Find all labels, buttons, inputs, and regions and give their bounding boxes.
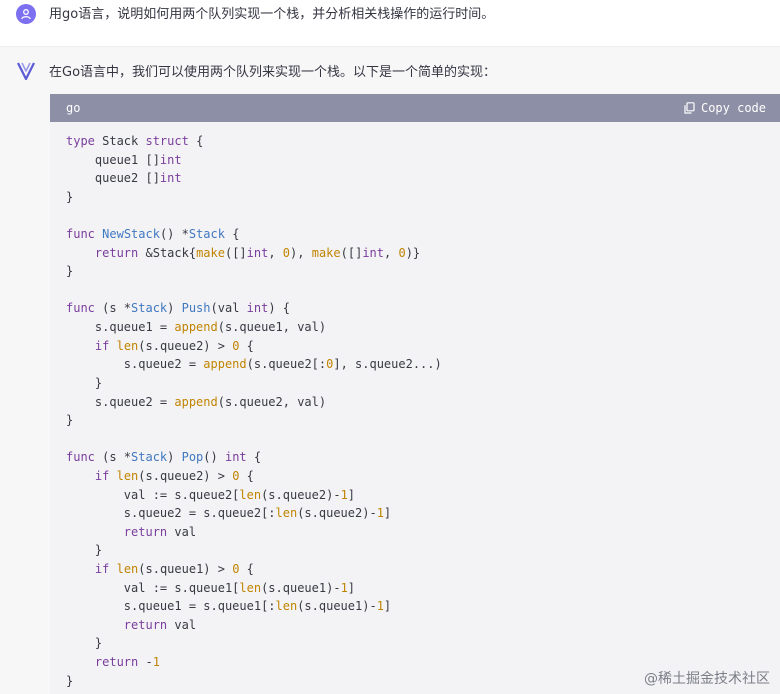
code-line: s.queue1 = s.queue1[:len(s.queue1)-1] xyxy=(66,599,392,614)
watermark: @稀土掘金技术社区 xyxy=(644,671,770,687)
code-line: val := s.queue1[len(s.queue1)-1] xyxy=(66,580,356,595)
code-line: s.queue1 = append(s.queue1, val) xyxy=(66,320,327,335)
code-line: return val xyxy=(123,524,197,539)
code-block: go Copy code type Stack struct { queue1 … xyxy=(50,94,780,694)
code-line: } xyxy=(66,413,74,428)
code-line: if len(s.queue2) > 0 { xyxy=(94,338,254,353)
code-line: queue1 []int xyxy=(66,152,182,167)
code-line: if len(s.queue1) > 0 { xyxy=(94,562,254,577)
code-line: s.queue2 = append(s.queue2[:0], s.queue2… xyxy=(66,357,442,372)
code-line: type Stack struct { xyxy=(66,134,204,148)
assistant-intro-text: 在Go语言中，我们可以使用两个队列来实现一个栈。以下是一个简单的实现： xyxy=(49,65,497,80)
code-line: } xyxy=(66,375,103,390)
code-line: s.queue2 = append(s.queue2, val) xyxy=(66,394,327,409)
code-line: } xyxy=(66,636,103,651)
code-line: } xyxy=(66,543,103,558)
code-line: if len(s.queue2) > 0 { xyxy=(94,468,254,483)
copy-code-label: Copy code xyxy=(700,101,766,115)
user-message-text: 用go语言，说明如何用两个队列实现一个栈，并分析相关栈操作的运行时间。 xyxy=(49,7,495,22)
clipboard-icon xyxy=(684,102,695,114)
code-line: func (s *Stack) Push(val int) { xyxy=(66,301,291,316)
code-content: type Stack struct { queue1 []int queue2 … xyxy=(50,122,780,690)
copy-code-button[interactable]: Copy code xyxy=(684,101,766,115)
code-line: func NewStack() *Stack { xyxy=(66,227,240,242)
code-line: queue2 []int xyxy=(66,171,182,186)
code-language-label: go xyxy=(66,101,81,115)
assistant-logo-icon xyxy=(15,60,37,82)
user-message: 用go语言，说明如何用两个队列实现一个栈，并分析相关栈操作的运行时间。 xyxy=(0,0,780,47)
code-line: return &Stack{make([]int, 0), make([]int… xyxy=(94,245,421,260)
code-line: func (s *Stack) Pop() int { xyxy=(66,450,262,465)
code-line: val := s.queue2[len(s.queue2)-1] xyxy=(66,487,356,502)
code-line: } xyxy=(66,189,74,204)
code-line: return val xyxy=(123,617,197,632)
code-line: s.queue2 = s.queue2[:len(s.queue2)-1] xyxy=(66,506,392,521)
user-icon xyxy=(16,4,36,24)
code-line: } xyxy=(66,264,74,279)
code-block-header: go Copy code xyxy=(50,94,780,122)
